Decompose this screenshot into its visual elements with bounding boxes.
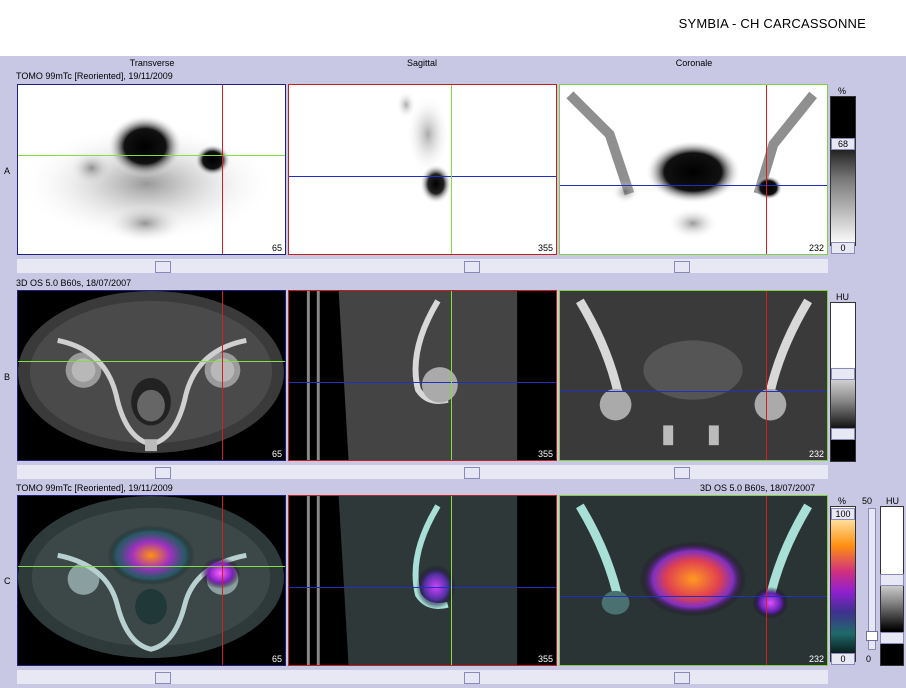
fusion-blend-label: 50 [862, 496, 873, 506]
crosshair-horizontal [18, 155, 285, 156]
slider-thumb-coronal[interactable] [674, 467, 690, 479]
title-bar: SYMBIA - CH CARCASSONNE [0, 0, 906, 56]
fusion-transverse-image [18, 496, 285, 659]
view-b-coronal[interactable]: 232 [559, 290, 828, 461]
pet-coronal-image [566, 91, 817, 240]
ct-transverse-image [18, 291, 285, 454]
slice-number: 65 [271, 449, 282, 459]
crosshair-vertical [222, 85, 223, 254]
slice-number: 232 [808, 449, 824, 459]
fusion-sagittal-image [306, 496, 556, 665]
slice-slider-row-b[interactable] [17, 465, 828, 479]
crosshair-vertical [766, 291, 767, 460]
colorbar-a-min-value[interactable]: 0 [831, 242, 855, 254]
colorbar-b-upper-handle[interactable] [831, 368, 855, 380]
slice-number: 355 [537, 243, 553, 253]
fusion-blend-thumb[interactable] [866, 631, 878, 641]
colorbar-c-pet-unit: % [838, 496, 847, 506]
slice-slider-row-c[interactable] [17, 670, 828, 684]
row-c-caption-left: TOMO 99mTc [Reoriented], 19/11/2009 [16, 483, 173, 493]
slider-thumb-transverse[interactable] [155, 467, 171, 479]
crosshair-horizontal [560, 185, 827, 186]
pet-sagittal-image [396, 90, 452, 204]
view-c-coronal[interactable]: 232 [559, 495, 828, 666]
fusion-blend-slider[interactable] [866, 508, 878, 650]
crosshair-horizontal [560, 596, 827, 597]
crosshair-horizontal [289, 382, 556, 383]
crosshair-vertical [451, 85, 452, 254]
colorbar-c-ct-lower-handle[interactable] [880, 632, 904, 644]
view-a-coronal[interactable]: 232 [559, 84, 828, 255]
pet-transverse-image [18, 114, 277, 244]
ct-sagittal-image [306, 291, 556, 460]
column-title-transverse: Transverse [129, 58, 175, 68]
crosshair-horizontal [289, 176, 556, 177]
slice-number: 65 [271, 654, 282, 664]
colorbar-c-ct-upper-handle[interactable] [880, 574, 904, 586]
slice-number: 355 [537, 654, 553, 664]
row-c-caption-right: 3D OS 5.0 B60s, 18/07/2007 [700, 483, 816, 493]
crosshair-vertical [222, 496, 223, 665]
colorbar-a-max-value[interactable]: 68 [831, 138, 855, 150]
colorbar-c-pet[interactable] [830, 506, 856, 662]
slice-number: 232 [808, 654, 824, 664]
fusion-blend-min: 0 [866, 654, 872, 664]
crosshair-vertical [451, 496, 452, 665]
slider-thumb-sagittal[interactable] [464, 467, 480, 479]
slider-thumb-coronal[interactable] [674, 261, 690, 273]
slider-thumb-transverse[interactable] [155, 261, 171, 273]
row-c-letter: C [4, 576, 11, 586]
view-b-sagittal[interactable]: 355 [288, 290, 557, 461]
colorbar-b-lower-handle[interactable] [831, 428, 855, 440]
colorbar-c-max-value[interactable]: 100 [831, 508, 855, 520]
column-title-coronal: Coronale [675, 58, 713, 68]
slice-number: 65 [271, 243, 282, 253]
crosshair-vertical [451, 291, 452, 460]
crosshair-horizontal [18, 361, 285, 362]
slice-number: 232 [808, 243, 824, 253]
colorbar-a-unit: % [838, 86, 847, 96]
crosshair-vertical [222, 291, 223, 460]
view-b-transverse[interactable]: 65 [17, 290, 286, 461]
ct-coronal-image [576, 298, 812, 446]
slider-thumb-sagittal[interactable] [464, 261, 480, 273]
crosshair-vertical [766, 496, 767, 665]
crosshair-vertical [766, 85, 767, 254]
colorbar-b-unit: HU [836, 292, 849, 302]
slider-thumb-transverse[interactable] [155, 672, 171, 684]
row-b-caption: 3D OS 5.0 B60s, 18/07/2007 [16, 278, 132, 288]
crosshair-horizontal [18, 566, 285, 567]
row-b-letter: B [4, 372, 11, 382]
slider-thumb-coronal[interactable] [674, 672, 690, 684]
column-title-sagittal: Sagittal [406, 58, 438, 68]
site-name: SYMBIA - CH CARCASSONNE [678, 16, 866, 31]
colorbar-c-min-value[interactable]: 0 [831, 653, 855, 665]
crosshair-horizontal [560, 391, 827, 392]
view-c-transverse[interactable]: 65 [17, 495, 286, 666]
view-c-sagittal[interactable]: 355 [288, 495, 557, 666]
view-a-transverse[interactable]: 65 [17, 84, 286, 255]
slice-slider-row-a[interactable] [17, 259, 828, 273]
slice-number: 355 [537, 449, 553, 459]
crosshair-horizontal [289, 587, 556, 588]
fusion-coronal-image [576, 503, 812, 619]
colorbar-c-ct-unit: HU [886, 496, 899, 506]
row-a-caption: TOMO 99mTc [Reoriented], 19/11/2009 [16, 71, 173, 81]
colorbar-a[interactable] [830, 96, 856, 246]
slider-thumb-sagittal[interactable] [464, 672, 480, 684]
view-a-sagittal[interactable]: 355 [288, 84, 557, 255]
row-a-letter: A [4, 166, 11, 176]
